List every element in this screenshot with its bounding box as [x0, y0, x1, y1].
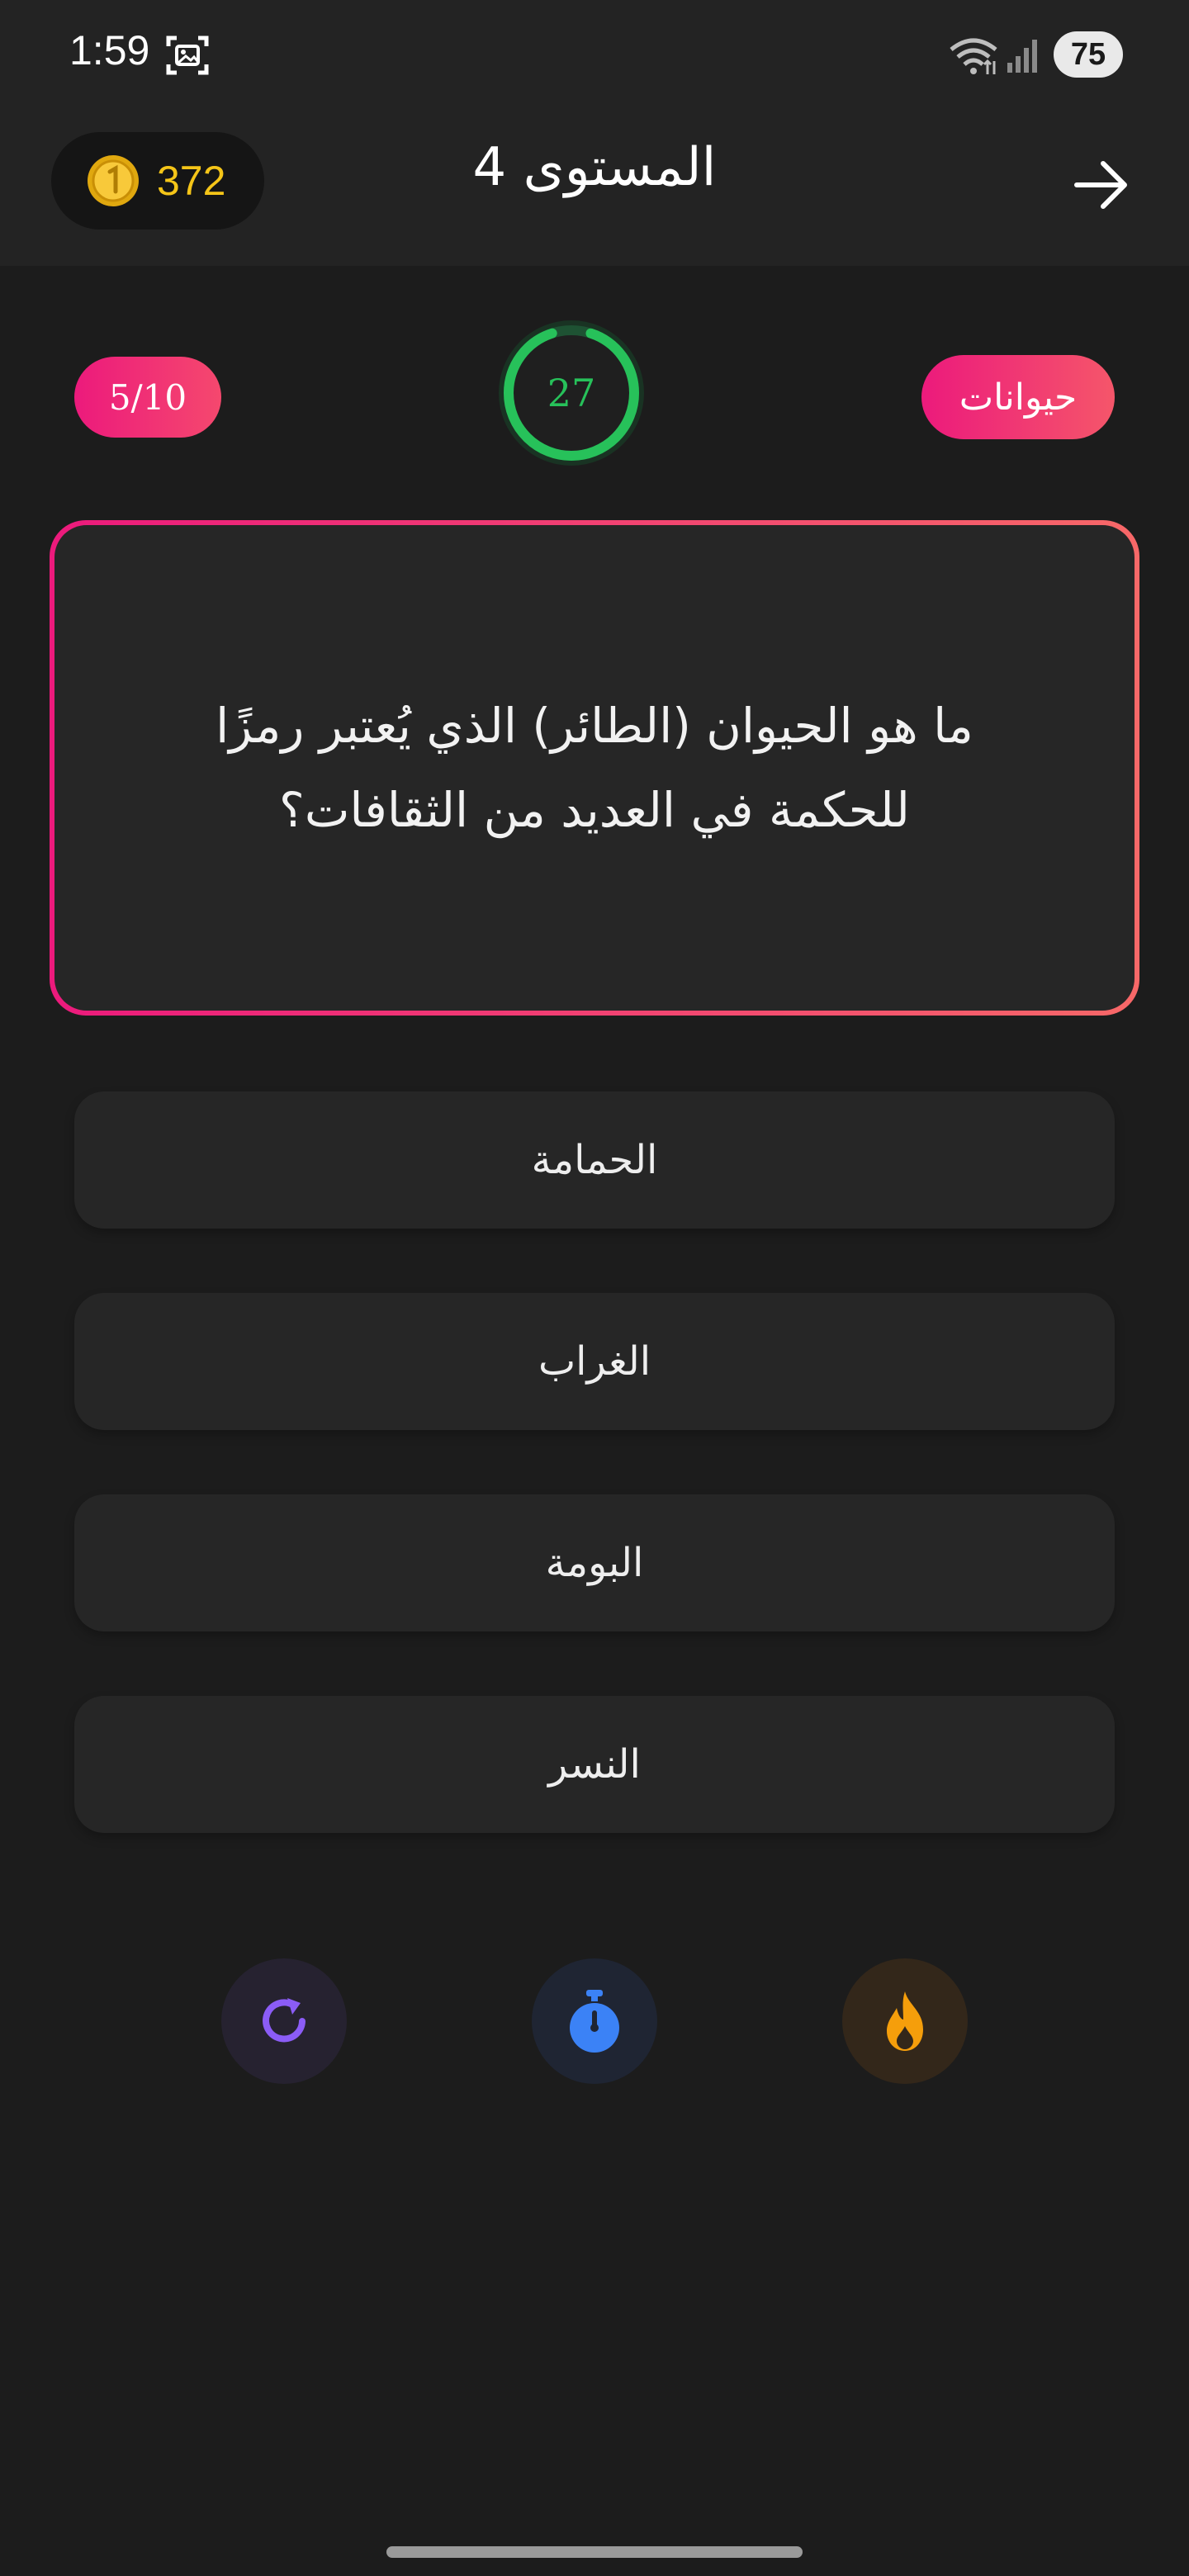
countdown-timer: 27 [495, 317, 647, 469]
quiz-screen: 1:59 75 372 المستوى 4 5/10 27 حيوانات ما… [0, 0, 1189, 2576]
timer-value: 27 [547, 371, 596, 415]
header-bar: 372 المستوى 4 [0, 107, 1189, 266]
answer-option-2[interactable]: الغراب [74, 1293, 1115, 1430]
fire-powerup-button[interactable] [842, 1958, 968, 2084]
refresh-powerup-button[interactable] [221, 1958, 347, 2084]
wifi-icon [950, 38, 997, 74]
status-bar: 1:59 75 [0, 0, 1189, 107]
question-card-body: ما هو الحيوان (الطائر) الذي يُعتبر رمزًا… [54, 525, 1135, 1011]
stopwatch-icon [570, 1990, 619, 2053]
extra-time-powerup-button[interactable] [532, 1958, 657, 2084]
level-title: المستوى 4 [472, 137, 717, 198]
answer-option-3[interactable]: البومة [74, 1494, 1115, 1631]
screenshot-icon [166, 36, 209, 75]
home-indicator[interactable] [386, 2546, 803, 2558]
arrow-right-icon[interactable] [1070, 154, 1133, 216]
question-card: ما هو الحيوان (الطائر) الذي يُعتبر رمزًا… [50, 520, 1139, 1016]
category-badge: حيوانات [921, 355, 1115, 439]
answer-option-4[interactable]: النسر [74, 1696, 1115, 1833]
answer-option-1[interactable]: الحمامة [74, 1091, 1115, 1229]
status-time: 1:59 [69, 27, 150, 73]
question-progress: 5/10 [74, 357, 221, 438]
signal-icon [1007, 40, 1037, 73]
fire-icon [887, 1991, 923, 2051]
refresh-icon [263, 1998, 306, 2043]
question-text: ما هو الحيوان (الطائر) الذي يُعتبر رمزًا… [216, 698, 973, 838]
battery-badge: 75 [1054, 31, 1123, 78]
